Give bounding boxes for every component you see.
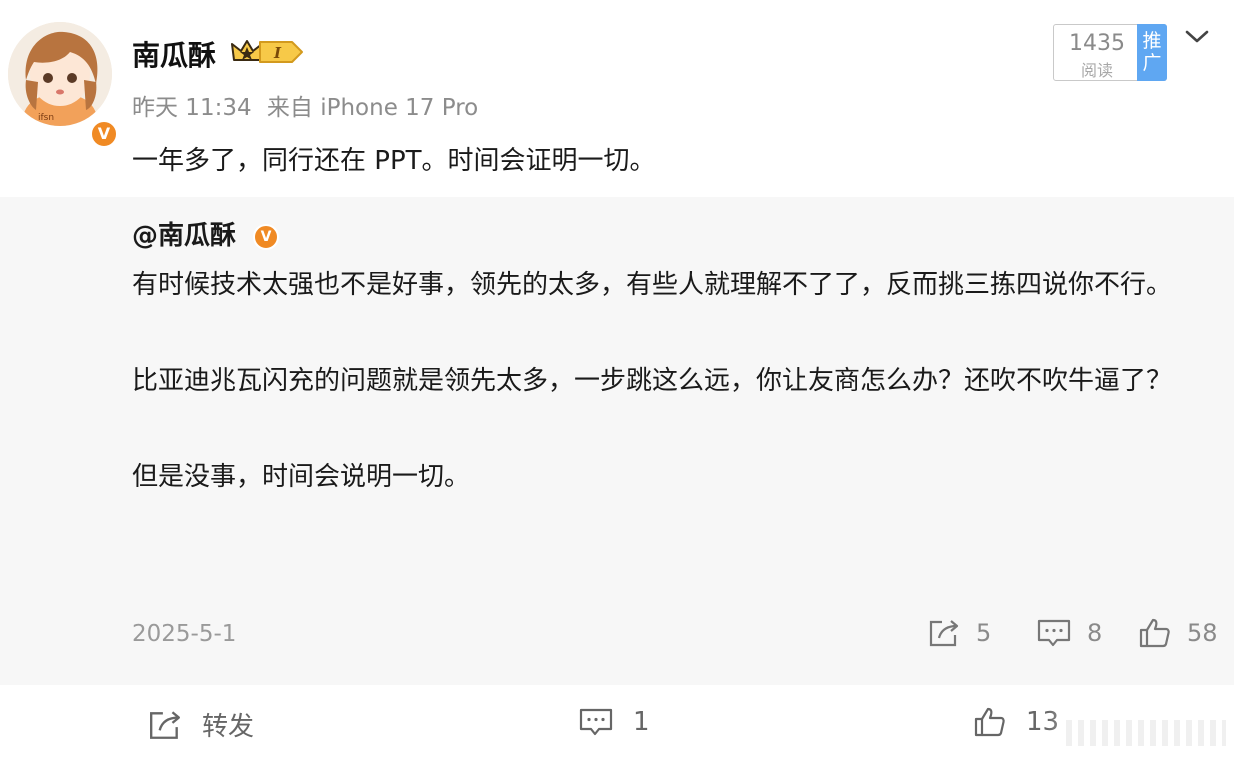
- post-source: 来自 iPhone 17 Pro: [266, 95, 479, 121]
- promote-button[interactable]: 推广: [1137, 24, 1167, 81]
- post-time[interactable]: 昨天 11:34: [132, 95, 252, 121]
- author-avatar[interactable]: ifsn V: [8, 22, 118, 148]
- comment-count: 8: [1087, 619, 1103, 647]
- comment-icon: [579, 708, 613, 736]
- repost-button[interactable]: 转发: [148, 706, 254, 743]
- svg-text:ifsn: ifsn: [38, 113, 54, 123]
- verified-badge: V: [253, 223, 280, 250]
- author-name[interactable]: 南瓜酥: [132, 34, 216, 74]
- watermark-overlay: [1046, 704, 1234, 764]
- repost-count: 5: [976, 619, 992, 647]
- verified-badge: V: [90, 120, 118, 148]
- member-crown-icon[interactable]: I: [230, 38, 306, 66]
- post-meta: 昨天 11:34 来自 iPhone 17 Pro: [132, 88, 486, 122]
- thumbs-up-icon: [974, 707, 1005, 737]
- original-comment-button[interactable]: 8: [1037, 618, 1102, 648]
- reposted-original[interactable]: @南瓜酥 V 有时候技术太强也不是好事，领先的太多，有些人就理解不了了，反而挑三…: [0, 197, 1234, 685]
- like-count: 58: [1187, 619, 1218, 647]
- original-like-button[interactable]: 58: [1139, 618, 1218, 648]
- original-author-name[interactable]: @南瓜酥: [132, 221, 236, 251]
- comment-count: 1: [633, 707, 650, 737]
- original-repost-button[interactable]: 5: [928, 618, 991, 648]
- original-paragraph: 有时候技术太强也不是好事，领先的太多，有些人就理解不了了，反而挑三拣四说你不行。: [132, 270, 1173, 300]
- avatar-illustration: ifsn: [8, 22, 112, 126]
- comment-button[interactable]: 1: [579, 706, 650, 738]
- repost-label: 转发: [202, 712, 255, 742]
- original-date: 2025-5-1: [132, 621, 237, 647]
- post-text: 一年多了，同行还在 PPT。时间会证明一切。: [132, 146, 656, 176]
- original-paragraph: 比亚迪兆瓦闪充的问题就是领先太多，一步跳这么远，你让友商怎么办？还吹不吹牛逼了？: [132, 366, 1173, 396]
- thumbs-up-icon: [1139, 618, 1170, 648]
- original-paragraph: 但是没事，时间会说明一切。: [132, 462, 471, 492]
- read-count: 1435: [1069, 31, 1125, 56]
- original-post-text: 有时候技术太强也不是好事，领先的太多，有些人就理解不了了，反而挑三拣四说你不行。…: [132, 261, 1212, 501]
- chevron-down-icon[interactable]: [1184, 28, 1210, 46]
- comment-icon: [1037, 619, 1071, 647]
- original-author-row[interactable]: @南瓜酥 V: [132, 215, 280, 252]
- share-icon: [150, 710, 180, 739]
- read-label: 阅读: [1080, 61, 1113, 80]
- share-icon: [929, 620, 959, 647]
- read-count-box[interactable]: 1435 阅读 推广: [1053, 24, 1167, 81]
- level-badge-text: I: [273, 44, 282, 62]
